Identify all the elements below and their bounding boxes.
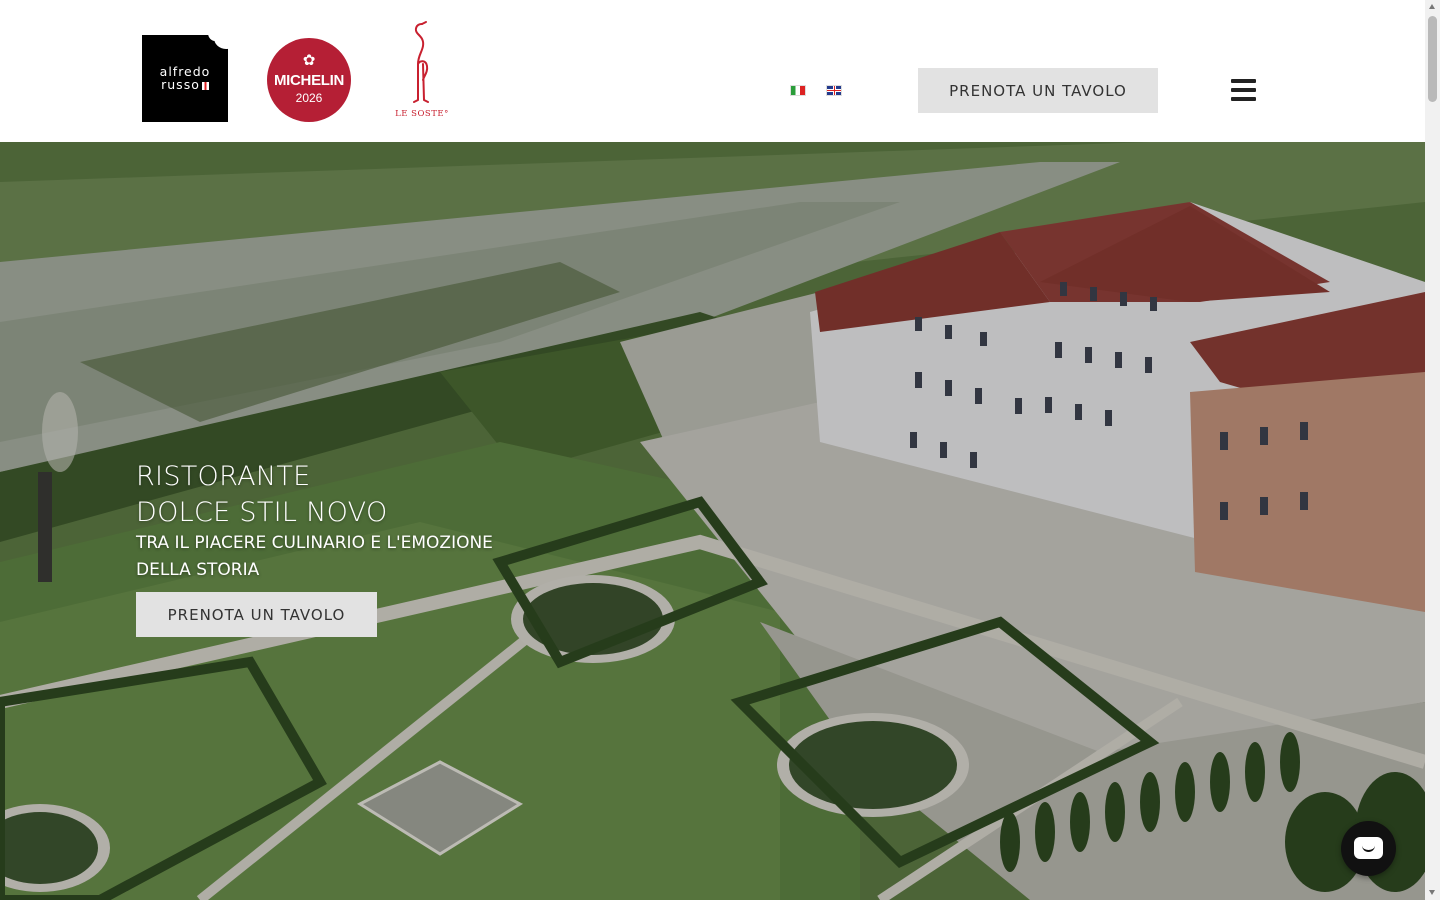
- chat-bubble-shape: [1354, 837, 1383, 859]
- michelin-badge: ✿ MICHELIN 2026: [267, 38, 351, 122]
- hero-subtitle-line1: TRA IL PIACERE CULINARIO E L'EMOZIONE: [136, 533, 493, 553]
- michelin-name: MICHELIN: [273, 72, 345, 89]
- michelin-year: 2026: [295, 91, 323, 105]
- chat-bubble-icon[interactable]: [1341, 821, 1396, 876]
- hero-title-line1: RISTORANTE: [136, 461, 311, 492]
- hero-title: RISTORANTE DOLCE STIL NOVO: [136, 459, 388, 531]
- le-soste-bird-icon: [413, 21, 429, 103]
- alfredo-russo-logo[interactable]: alfredo russo: [142, 35, 228, 122]
- scroll-thumb[interactable]: [1428, 16, 1437, 102]
- logo-text-russo: russo: [161, 77, 200, 92]
- hamburger-menu-icon[interactable]: [1231, 79, 1256, 101]
- le-soste-logo: LE SOSTE°: [390, 20, 454, 124]
- scroll-down-arrow-icon[interactable]: [1429, 890, 1435, 895]
- le-soste-name: LE SOSTE°: [395, 109, 449, 119]
- hero-subtitle: TRA IL PIACERE CULINARIO E L'EMOZIONE DE…: [136, 530, 516, 584]
- hero-reserve-button[interactable]: PRENOTA UN TAVOLO: [136, 592, 377, 637]
- hero-title-line2: DOLCE STIL NOVO: [136, 497, 388, 528]
- hero-section: RISTORANTE DOLCE STIL NOVO TRA IL PIACER…: [0, 142, 1425, 900]
- site-header: alfredo russo ✿ MICHELIN 2026 LE SOSTE° …: [0, 0, 1425, 142]
- page-scrollbar[interactable]: [1425, 0, 1440, 900]
- uk-flag-icon[interactable]: [826, 85, 842, 96]
- logo-text-last: russo: [142, 78, 228, 91]
- mini-flag-icon: [201, 82, 209, 90]
- hero-subtitle-line2: DELLA STORIA: [136, 560, 260, 580]
- scroll-up-arrow-icon[interactable]: [1429, 4, 1435, 9]
- reserve-table-button[interactable]: PRENOTA UN TAVOLO: [918, 68, 1158, 113]
- italian-flag-icon[interactable]: [790, 85, 806, 96]
- michelin-flower-icon: ✿: [302, 51, 316, 69]
